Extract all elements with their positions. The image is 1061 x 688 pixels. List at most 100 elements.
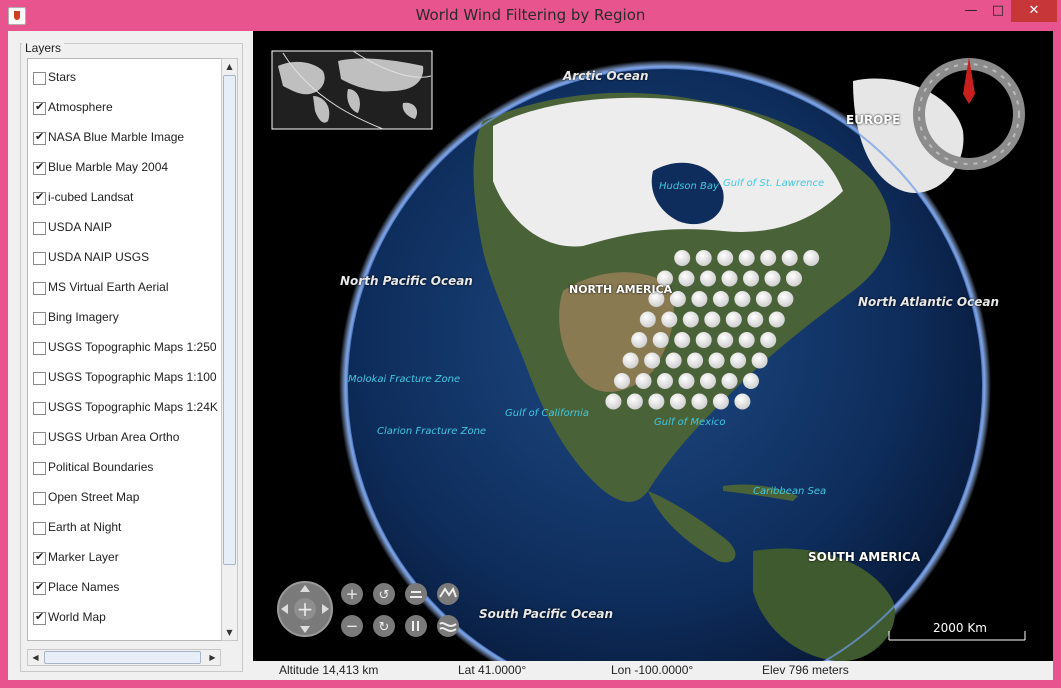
zoom-in-icon[interactable]: +	[341, 583, 363, 605]
marker[interactable]	[712, 291, 729, 307]
marker[interactable]	[644, 352, 661, 369]
world-wind-globe-view[interactable]: + + − ↺ ↻ Arctic Ocean EUROPE Hudson Bay…	[253, 31, 1053, 661]
marker[interactable]	[605, 393, 622, 410]
marker[interactable]	[747, 311, 764, 328]
marker[interactable]	[652, 332, 669, 348]
marker[interactable]	[695, 250, 712, 266]
layer-list-vertical-scrollbar[interactable]: ▲ ▼	[221, 58, 238, 641]
marker[interactable]	[691, 291, 708, 307]
layer-checkbox[interactable]	[33, 342, 46, 355]
marker[interactable]	[691, 393, 708, 410]
layer-checkbox[interactable]	[33, 580, 46, 595]
layer-row[interactable]: NASA Blue Marble Image	[28, 122, 228, 152]
marker[interactable]	[717, 332, 734, 348]
marker[interactable]	[760, 250, 777, 266]
marker[interactable]	[661, 311, 678, 328]
layer-row[interactable]: Blue Marble May 2004	[28, 152, 228, 182]
marker[interactable]	[695, 332, 712, 348]
marker[interactable]	[803, 250, 820, 266]
heading-right-icon[interactable]: ↻	[373, 615, 395, 637]
marker[interactable]	[755, 291, 772, 307]
layer-row[interactable]: USGS Topographic Maps 1:250	[28, 332, 228, 362]
marker[interactable]	[764, 270, 781, 287]
layer-checkbox[interactable]	[33, 492, 46, 505]
vertical-scroll-thumb[interactable]	[223, 75, 236, 565]
layer-row[interactable]: Earth at Night	[28, 512, 228, 542]
pan-control-icon[interactable]: +	[277, 581, 333, 637]
layer-checkbox[interactable]	[33, 72, 46, 85]
scroll-up-arrow-icon[interactable]: ▲	[222, 59, 237, 74]
horizontal-scroll-thumb[interactable]	[44, 651, 201, 664]
layer-row[interactable]: USDA NAIP	[28, 212, 228, 242]
marker[interactable]	[777, 291, 794, 307]
marker[interactable]	[687, 352, 704, 369]
close-button[interactable]: ✕	[1011, 0, 1057, 22]
pitch-down-icon[interactable]	[405, 615, 427, 637]
title-bar[interactable]: World Wind Filtering by Region — □ ✕	[0, 0, 1061, 31]
layer-checkbox[interactable]	[33, 462, 46, 475]
marker[interactable]	[682, 311, 699, 328]
layer-row[interactable]: i-cubed Landsat	[28, 182, 228, 212]
layer-checkbox[interactable]	[33, 100, 46, 115]
marker[interactable]	[743, 270, 759, 287]
layer-row[interactable]: World Map	[28, 602, 228, 632]
layer-checkbox[interactable]	[33, 312, 46, 325]
marker[interactable]	[678, 373, 695, 389]
marker[interactable]	[657, 373, 673, 389]
heading-left-icon[interactable]: ↺	[373, 583, 395, 605]
layer-checkbox[interactable]	[33, 252, 46, 265]
marker[interactable]	[708, 352, 725, 369]
layer-row[interactable]: USGS Topographic Maps 1:100	[28, 362, 228, 392]
marker[interactable]	[721, 373, 738, 389]
marker[interactable]	[751, 352, 768, 369]
world-map-overview[interactable]	[271, 50, 433, 130]
layer-row[interactable]: USGS Topographic Maps 1:24K	[28, 392, 228, 422]
layer-row[interactable]: Scale bar	[28, 632, 228, 640]
marker[interactable]	[786, 270, 802, 287]
layer-checkbox[interactable]	[33, 432, 46, 445]
layer-row[interactable]: Open Street Map	[28, 482, 228, 512]
marker[interactable]	[674, 250, 691, 266]
marker[interactable]	[700, 373, 716, 389]
layer-checkbox[interactable]	[33, 160, 46, 175]
layer-checkbox[interactable]	[33, 282, 46, 295]
marker[interactable]	[717, 250, 734, 266]
marker[interactable]	[760, 332, 777, 348]
marker[interactable]	[674, 332, 691, 348]
marker[interactable]	[738, 250, 755, 266]
marker[interactable]	[669, 393, 686, 410]
layer-row[interactable]: USDA NAIP USGS	[28, 242, 228, 272]
marker[interactable]	[721, 270, 738, 287]
marker[interactable]	[678, 270, 695, 287]
marker[interactable]	[648, 393, 665, 410]
scroll-down-arrow-icon[interactable]: ▼	[222, 625, 237, 640]
layer-row[interactable]: USGS Urban Area Ortho	[28, 422, 228, 452]
marker[interactable]	[781, 250, 798, 266]
marker[interactable]	[743, 373, 759, 389]
layer-checkbox[interactable]	[33, 550, 46, 565]
layer-row[interactable]: Bing Imagery	[28, 302, 228, 332]
marker[interactable]	[730, 352, 747, 369]
layer-list-horizontal-scrollbar[interactable]: ◀ ▶	[27, 649, 221, 666]
marker[interactable]	[626, 393, 643, 410]
layer-checkbox[interactable]	[33, 190, 46, 205]
vertical-exaggeration-down-icon[interactable]	[437, 615, 459, 637]
layer-row[interactable]: Stars	[28, 62, 228, 92]
layer-row[interactable]: Marker Layer	[28, 542, 228, 572]
marker[interactable]	[631, 332, 648, 348]
marker[interactable]	[712, 393, 729, 410]
vertical-exaggeration-up-icon[interactable]	[437, 583, 459, 605]
zoom-out-icon[interactable]: −	[341, 615, 363, 637]
marker[interactable]	[704, 311, 721, 328]
marker[interactable]	[734, 393, 751, 410]
minimize-button[interactable]: —	[957, 0, 985, 22]
scroll-left-arrow-icon[interactable]: ◀	[28, 650, 43, 665]
layer-checkbox[interactable]	[33, 130, 46, 145]
maximize-button[interactable]: □	[985, 0, 1011, 22]
pitch-up-icon[interactable]	[405, 583, 427, 605]
layer-row[interactable]: Political Boundaries	[28, 452, 228, 482]
layer-checkbox[interactable]	[33, 402, 46, 415]
layer-checkbox[interactable]	[33, 610, 46, 625]
layer-checkbox[interactable]	[33, 522, 46, 535]
layer-checkbox[interactable]	[33, 222, 46, 235]
